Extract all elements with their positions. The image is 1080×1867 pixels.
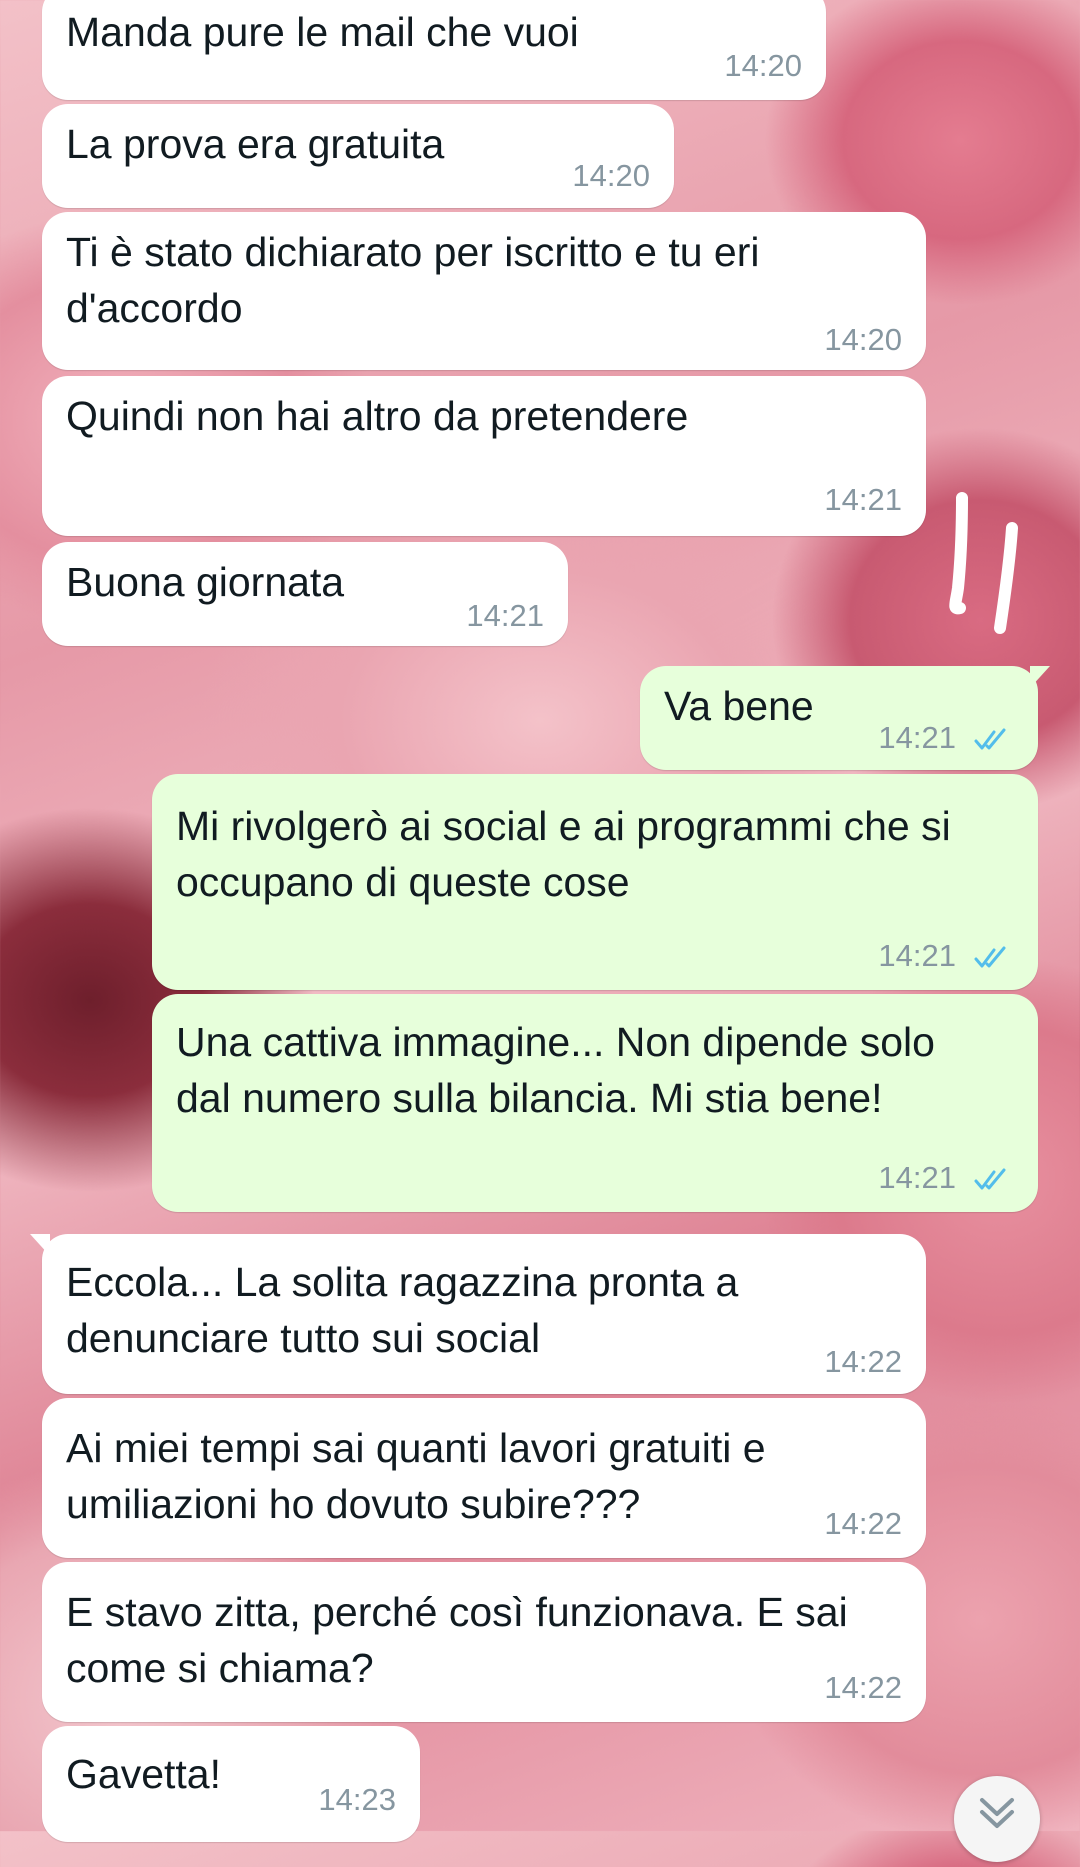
message-incoming[interactable]: Ai miei tempi sai quanti lavori gratuiti… — [42, 1398, 926, 1558]
message-incoming[interactable]: Gavetta! 14:23 — [42, 1726, 420, 1842]
bubble-tail — [30, 1234, 50, 1256]
scroll-down-button[interactable] — [954, 1776, 1040, 1862]
message-time: 14:21 — [878, 1160, 956, 1195]
message-outgoing[interactable]: Una cattiva immagine... Non dipende solo… — [152, 994, 1038, 1212]
message-incoming[interactable]: Ti è stato dichiarato per iscritto e tu … — [42, 212, 926, 370]
message-incoming[interactable]: Eccola... La solita ragazzina pronta a d… — [30, 1234, 926, 1394]
message-text: Mi rivolgerò ai social e ai programmi ch… — [176, 803, 951, 905]
message-time: 14:22 — [824, 1344, 902, 1379]
message-text: Va bene — [664, 683, 814, 729]
message-time: 14:22 — [824, 1670, 902, 1705]
message-text: Ti è stato dichiarato per iscritto e tu … — [66, 229, 760, 331]
chevron-double-down-icon — [980, 1798, 1014, 1828]
message-outgoing[interactable]: Mi rivolgerò ai social e ai programmi ch… — [152, 774, 1038, 990]
message-text: Una cattiva immagine... Non dipende solo… — [176, 1019, 935, 1121]
message-time: 14:20 — [824, 322, 902, 357]
double-check-icon — [974, 946, 1006, 968]
message-incoming[interactable]: Quindi non hai altro da pretendere 14:21 — [42, 376, 926, 536]
message-time: 14:20 — [572, 158, 650, 193]
message-time: 14:21 — [878, 720, 956, 755]
double-check-icon — [974, 728, 1006, 750]
double-check-icon — [974, 1168, 1006, 1190]
message-text: Buona giornata — [66, 559, 345, 605]
message-text: Quindi non hai altro da pretendere — [66, 393, 689, 439]
bubble-tail — [1030, 666, 1050, 688]
message-time: 14:21 — [878, 938, 956, 973]
message-text: E stavo zitta, perché così funzionava. E… — [66, 1589, 848, 1691]
message-outgoing[interactable]: Va bene 14:21 — [640, 666, 1050, 770]
message-time: 14:20 — [724, 48, 802, 83]
message-text: Ai miei tempi sai quanti lavori gratuiti… — [66, 1425, 766, 1527]
message-text: Eccola... La solita ragazzina pronta a d… — [66, 1259, 739, 1361]
message-text: Manda pure le mail che vuoi — [66, 9, 579, 55]
message-text: Gavetta! — [66, 1751, 221, 1797]
message-text: La prova era gratuita — [66, 121, 445, 167]
message-time: 14:23 — [318, 1782, 396, 1817]
message-time: 14:21 — [466, 598, 544, 633]
message-incoming[interactable]: E stavo zitta, perché così funzionava. E… — [42, 1562, 926, 1722]
message-incoming[interactable]: La prova era gratuita 14:20 — [42, 104, 674, 208]
message-time: 14:22 — [824, 1506, 902, 1541]
doodle-marks — [949, 492, 1018, 634]
message-incoming[interactable]: Buona giornata 14:21 — [42, 542, 568, 646]
message-incoming[interactable]: Manda pure le mail che vuoi 14:20 — [42, 0, 826, 100]
message-time: 14:21 — [824, 482, 902, 517]
